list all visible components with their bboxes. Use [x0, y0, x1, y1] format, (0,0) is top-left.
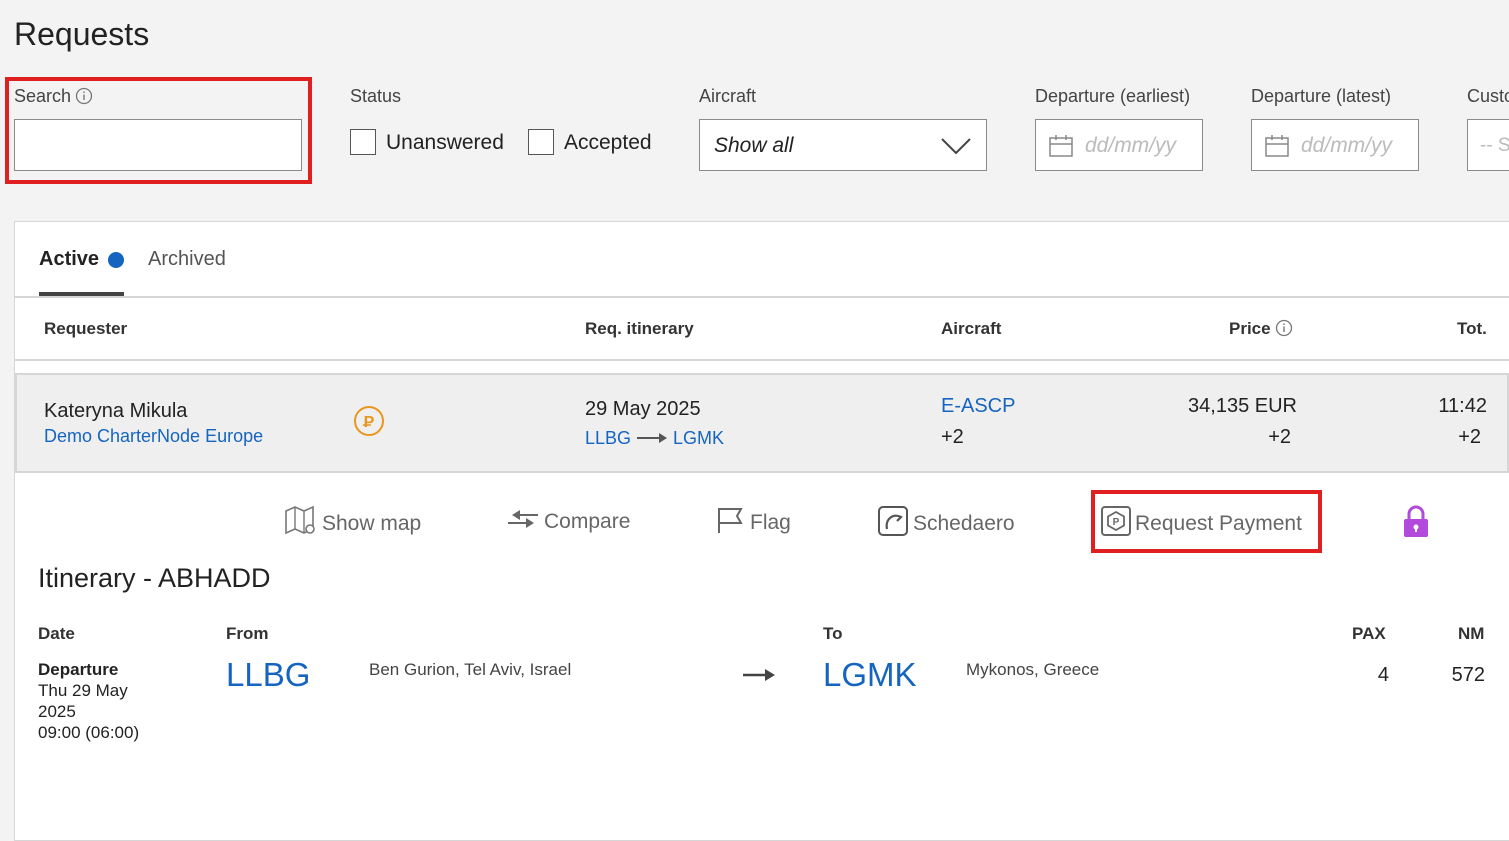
col-header-aircraft[interactable]: Aircraft	[941, 319, 1001, 339]
itinerary-title: Itinerary - ABHADD	[38, 563, 271, 593]
accepted-label[interactable]: Accepted	[564, 131, 652, 155]
active-indicator-dot	[108, 252, 124, 268]
route-to-code[interactable]: LGMK	[673, 428, 724, 449]
col-header-itinerary[interactable]: Req. itinerary	[585, 319, 694, 339]
info-icon[interactable]	[1275, 319, 1293, 342]
page-title: Requests	[14, 16, 150, 52]
calendar-icon	[1048, 134, 1074, 163]
compare-icon	[506, 505, 540, 539]
col-header-price[interactable]: Price	[1229, 319, 1293, 342]
search-label: Search	[14, 86, 93, 110]
departure-latest-input[interactable]: dd/mm/yy	[1251, 119, 1419, 171]
route-from-code[interactable]: LLBG	[585, 428, 631, 449]
svg-text:P: P	[364, 414, 375, 431]
flag-label: Flag	[750, 511, 791, 534]
compare-button[interactable]: Compare	[506, 505, 630, 539]
arrow-right-icon	[743, 667, 775, 688]
info-icon[interactable]	[75, 87, 93, 110]
leg-from-place: Ben Gurion, Tel Aviv, Israel	[369, 660, 572, 679]
leg-to-place: Mykonos, Greece	[966, 660, 1100, 679]
compare-label: Compare	[544, 510, 631, 533]
route: LLBG LGMK	[585, 428, 724, 449]
payment-status-icon: P	[353, 405, 385, 442]
total-more: +2	[1458, 426, 1481, 448]
col-header-price-label: Price	[1229, 319, 1271, 338]
search-input[interactable]	[14, 119, 302, 171]
calendar-icon	[1264, 134, 1290, 163]
show-map-label: Show map	[322, 512, 422, 535]
header-divider	[15, 359, 1509, 361]
tab-archived[interactable]: Archived	[148, 248, 226, 271]
lock-icon[interactable]	[1402, 505, 1430, 544]
col-header-total[interactable]: Tot.	[1457, 319, 1487, 339]
total-value: 11:42	[1438, 395, 1487, 417]
schedaero-button[interactable]: Schedaero	[877, 505, 1015, 543]
leg-from-code[interactable]: LLBG	[226, 656, 310, 694]
aircraft-filter-label: Aircraft	[699, 86, 757, 106]
leg-date-line1: Thu 29 May	[38, 681, 128, 700]
aircraft-more: +2	[941, 426, 964, 448]
customer-filter-label: Custo	[1467, 86, 1509, 106]
leg-date-line2: 2025	[38, 702, 76, 721]
flag-icon	[716, 505, 746, 541]
leg-time: 09:00 (06:00)	[38, 723, 140, 742]
requester-name: Kateryna Mikula	[44, 400, 188, 422]
tabs-divider	[15, 296, 1509, 298]
arrow-right-icon	[637, 428, 668, 449]
request-date: 29 May 2025	[585, 398, 701, 420]
aircraft-select-value: Show all	[714, 134, 794, 157]
schedaero-icon	[877, 505, 909, 543]
price-value: 34,135 EUR	[1188, 395, 1297, 417]
departure-earliest-label: Departure (earliest)	[1035, 86, 1191, 106]
aircraft-select[interactable]: Show all	[699, 119, 987, 171]
unanswered-label[interactable]: Unanswered	[386, 131, 504, 155]
table-row[interactable]	[15, 373, 1509, 473]
customer-select-placeholder: -- S	[1480, 135, 1509, 156]
requester-company-link[interactable]: Demo CharterNode Europe	[44, 426, 263, 447]
schedaero-label: Schedaero	[913, 512, 1015, 535]
chevron-down-icon	[940, 137, 972, 160]
itinerary-header-date: Date	[38, 624, 75, 643]
svg-text:P: P	[1113, 517, 1120, 528]
search-label-text: Search	[14, 86, 72, 106]
departure-earliest-input[interactable]: dd/mm/yy	[1035, 119, 1203, 171]
leg-type: Departure	[38, 660, 119, 679]
leg-to-code[interactable]: LGMK	[823, 656, 917, 694]
departure-latest-label: Departure (latest)	[1251, 86, 1392, 106]
unanswered-checkbox[interactable]	[350, 129, 376, 155]
leg-nm: 572	[1451, 664, 1485, 686]
accepted-checkbox[interactable]	[528, 129, 554, 155]
show-map-button[interactable]: Show map	[284, 505, 421, 543]
aircraft-link[interactable]: E-ASCP	[941, 395, 1015, 418]
itinerary-header-pax: PAX	[1352, 624, 1386, 643]
col-header-requester[interactable]: Requester	[44, 319, 127, 339]
payment-request-icon: P	[1101, 505, 1131, 543]
status-label: Status	[350, 86, 402, 106]
flag-button[interactable]: Flag	[716, 505, 791, 541]
request-payment-label: Request Payment	[1135, 512, 1302, 535]
itinerary-header-to: To	[823, 624, 843, 643]
customer-select[interactable]: -- S	[1467, 119, 1509, 171]
departure-earliest-placeholder: dd/mm/yy	[1085, 134, 1177, 157]
itinerary-header-from: From	[226, 624, 269, 643]
request-payment-button[interactable]: P Request Payment	[1101, 505, 1302, 543]
leg-date-block: Departure Thu 29 May 2025 09:00 (06:00)	[38, 659, 139, 743]
departure-latest-placeholder: dd/mm/yy	[1301, 134, 1393, 157]
itinerary-header-nm: NM	[1458, 624, 1485, 643]
map-icon	[284, 505, 318, 543]
price-more: +2	[1268, 426, 1291, 448]
tab-active[interactable]: Active	[39, 248, 99, 271]
leg-pax: 4	[1377, 664, 1389, 686]
